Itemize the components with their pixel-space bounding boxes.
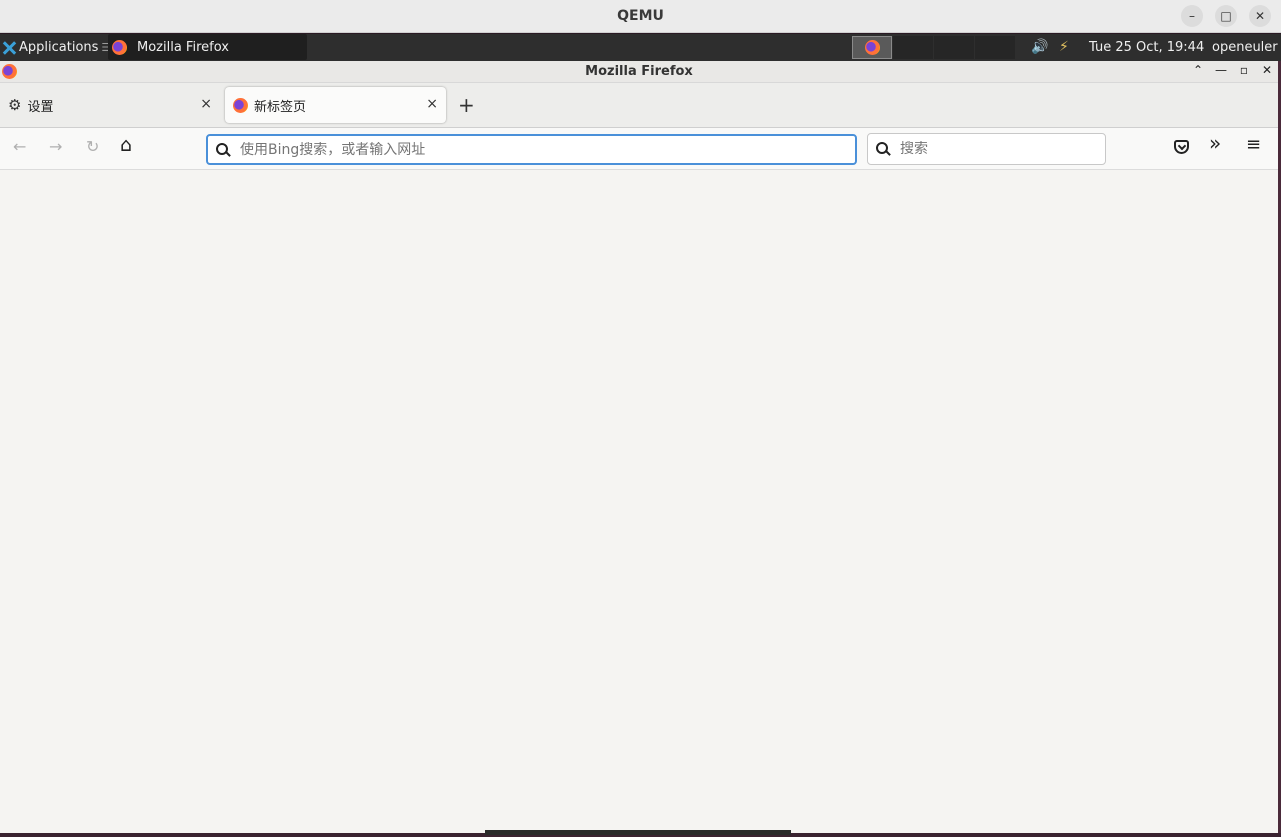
maximize-button[interactable]: ▫ bbox=[1236, 63, 1252, 77]
url-input[interactable] bbox=[240, 141, 800, 158]
firefox-icon bbox=[864, 40, 880, 55]
close-tab-button[interactable]: × bbox=[200, 96, 212, 112]
forward-button[interactable]: → bbox=[49, 138, 62, 156]
search-input[interactable] bbox=[900, 141, 1090, 157]
reload-button[interactable]: ↻ bbox=[86, 138, 99, 156]
taskbar-item-firefox[interactable]: Mozilla Firefox bbox=[108, 34, 307, 60]
workspace-3[interactable] bbox=[934, 36, 974, 59]
taskbar-item-label: Mozilla Firefox bbox=[137, 39, 229, 55]
shade-button[interactable]: ⌃ bbox=[1190, 63, 1206, 77]
minimize-button[interactable]: — bbox=[1213, 63, 1229, 77]
pocket-icon[interactable] bbox=[1174, 140, 1189, 154]
url-bar[interactable] bbox=[206, 134, 857, 165]
firefox-titlebar: Mozilla Firefox ⌃ — ▫ ✕ bbox=[0, 61, 1278, 83]
tab-label: 设置 bbox=[27, 99, 54, 115]
workspace-4[interactable] bbox=[975, 36, 1015, 59]
desktop-panel: Applications ☰ Mozilla Firefox 🔊 ⚡ Tue 2… bbox=[0, 34, 1281, 61]
close-tab-button[interactable]: × bbox=[426, 96, 438, 112]
search-bar[interactable] bbox=[867, 133, 1106, 165]
volume-icon[interactable]: 🔊 bbox=[1031, 39, 1048, 55]
workspace-2[interactable] bbox=[893, 36, 933, 59]
tab-label: 新标签页 bbox=[254, 99, 307, 115]
new-tab-button[interactable]: + bbox=[458, 95, 475, 115]
search-icon bbox=[876, 142, 890, 156]
applications-icon bbox=[2, 41, 16, 55]
app-menu-button[interactable]: ≡ bbox=[1246, 136, 1261, 154]
qemu-minimize-button[interactable]: – bbox=[1181, 5, 1203, 27]
firefox-icon bbox=[233, 97, 248, 113]
panel-user-menu[interactable]: openeuler bbox=[1212, 40, 1278, 55]
back-button[interactable]: ← bbox=[13, 138, 26, 156]
search-icon bbox=[216, 142, 230, 157]
gear-icon: ⚙ bbox=[8, 96, 22, 114]
window-title: Mozilla Firefox bbox=[585, 64, 693, 79]
workspace-1[interactable] bbox=[852, 36, 892, 59]
tab-bar: ⚙ 设置 × 新标签页 × + bbox=[0, 83, 1278, 128]
panel-clock[interactable]: Tue 25 Oct, 19:44 bbox=[1089, 40, 1204, 55]
applications-label: Applications bbox=[19, 40, 99, 55]
tab-settings[interactable]: ⚙ 设置 × bbox=[0, 87, 220, 123]
close-window-button[interactable]: ✕ bbox=[1259, 63, 1275, 77]
navigation-toolbar: ← → ↻ ⌂ » ≡ bbox=[0, 128, 1278, 170]
qemu-maximize-button[interactable]: □ bbox=[1215, 5, 1237, 27]
window-resize-handle[interactable] bbox=[485, 830, 791, 835]
firefox-window: Mozilla Firefox ⌃ — ▫ ✕ ⚙ 设置 × 新标签页 × + … bbox=[0, 61, 1278, 833]
qemu-title-bar: QEMU – □ ✕ bbox=[0, 0, 1281, 33]
qemu-close-button[interactable]: ✕ bbox=[1249, 5, 1271, 27]
qemu-title: QEMU bbox=[617, 8, 664, 24]
network-icon[interactable]: ⚡ bbox=[1059, 39, 1069, 55]
tab-new-tab[interactable]: 新标签页 × bbox=[225, 87, 446, 123]
overflow-menu-button[interactable]: » bbox=[1209, 133, 1221, 153]
page-content[interactable] bbox=[0, 170, 1278, 833]
applications-menu-button[interactable]: Applications ☰ bbox=[0, 34, 111, 61]
home-button[interactable]: ⌂ bbox=[120, 136, 132, 155]
firefox-icon bbox=[112, 39, 127, 55]
